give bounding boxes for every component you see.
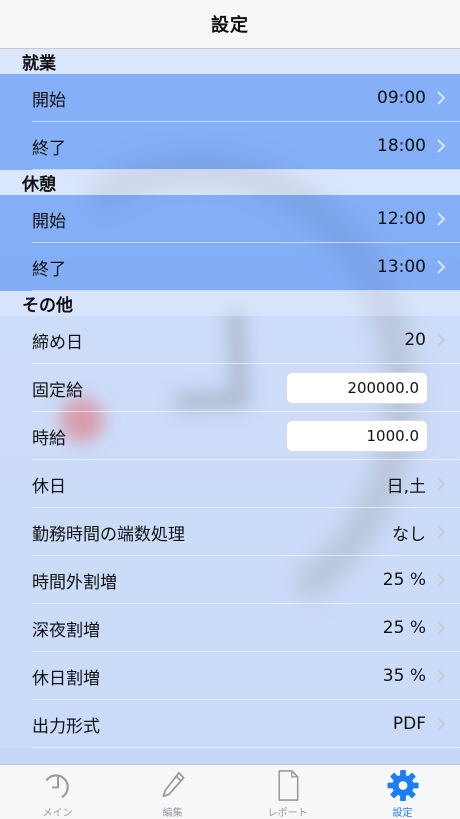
row-work-end[interactable]: 終了 18:00	[0, 122, 460, 170]
row-value: なし	[392, 524, 426, 545]
row-label: 時給	[32, 428, 66, 449]
chevron-right-icon	[437, 260, 446, 274]
row-label: 深夜割増	[32, 620, 100, 641]
row-label: 時間外割増	[32, 572, 117, 593]
row-value: 35 %	[382, 666, 426, 686]
tab-label: 編集	[162, 808, 183, 819]
tab-settings[interactable]: 設定	[345, 765, 460, 819]
row-label: 固定給	[32, 380, 83, 401]
tab-label: レポート	[267, 808, 308, 819]
tab-report[interactable]: レポート	[230, 765, 345, 819]
row-label: 終了	[32, 259, 66, 280]
row-label: 休日	[32, 476, 66, 497]
chevron-right-icon	[437, 525, 446, 539]
chevron-right-icon	[437, 621, 446, 635]
page-title: 設定	[211, 15, 249, 36]
row-rest-start[interactable]: 開始 12:00	[0, 195, 460, 243]
row-holidays[interactable]: 休日 日,土	[0, 460, 460, 508]
pencil-icon	[161, 772, 185, 798]
row-closing-day[interactable]: 締め日 20	[0, 316, 460, 364]
document-icon	[277, 770, 298, 801]
chevron-right-icon	[437, 139, 446, 153]
chevron-right-icon	[437, 212, 446, 226]
row-rest-end[interactable]: 終了 13:00	[0, 243, 460, 291]
row-holiday-premium[interactable]: 休日割増 35 %	[0, 652, 460, 700]
row-label: 出力形式	[32, 716, 100, 737]
row-rounding[interactable]: 勤務時間の端数処理 なし	[0, 508, 460, 556]
row-label: 締め日	[32, 332, 83, 353]
row-work-start[interactable]: 開始 09:00	[0, 74, 460, 122]
tab-edit[interactable]: 編集	[115, 765, 230, 819]
row-value: 25 %	[382, 570, 426, 590]
navigation-bar: 設定	[0, 0, 460, 49]
chevron-right-icon	[437, 477, 446, 491]
tab-label: メイン	[42, 808, 73, 819]
row-value: 13:00	[377, 257, 426, 277]
settings-list: 就業 開始 09:00 終了 18:00 休憩 開始 12:00 終了 13:0…	[0, 49, 460, 748]
tab-main[interactable]: メイン	[0, 765, 115, 819]
row-night-premium[interactable]: 深夜割増 25 %	[0, 604, 460, 652]
hourly-wage-input[interactable]	[286, 420, 428, 452]
row-label: 勤務時間の端数処理	[32, 524, 185, 545]
section-header-rest: 休憩	[0, 170, 460, 195]
row-value: 09:00	[377, 88, 426, 108]
chevron-right-icon	[437, 333, 446, 347]
section-header-other: その他	[0, 291, 460, 316]
tab-bar: メイン 編集 レポート 設定	[0, 764, 460, 819]
clock-icon	[44, 774, 69, 799]
tab-label: 設定	[392, 808, 413, 819]
row-overtime-premium[interactable]: 時間外割増 25 %	[0, 556, 460, 604]
row-label: 開始	[32, 90, 66, 111]
row-value: 20	[404, 330, 426, 350]
row-output-format[interactable]: 出力形式 PDF	[0, 700, 460, 748]
chevron-right-icon	[437, 669, 446, 683]
row-value: 12:00	[377, 209, 426, 229]
row-value: 日,土	[386, 476, 426, 497]
chevron-right-icon	[437, 91, 446, 105]
chevron-right-icon	[437, 573, 446, 587]
row-label: 終了	[32, 138, 66, 159]
row-value: 18:00	[377, 136, 426, 156]
section-header-work: 就業	[0, 49, 460, 74]
row-label: 開始	[32, 211, 66, 232]
fixed-salary-input[interactable]	[286, 372, 428, 404]
row-hourly-wage: 時給	[0, 412, 460, 460]
row-value: PDF	[392, 714, 426, 734]
chevron-right-icon	[437, 717, 446, 731]
row-fixed-salary: 固定給	[0, 364, 460, 412]
gear-icon	[386, 769, 419, 802]
row-value: 25 %	[382, 618, 426, 638]
row-label: 休日割増	[32, 668, 100, 689]
